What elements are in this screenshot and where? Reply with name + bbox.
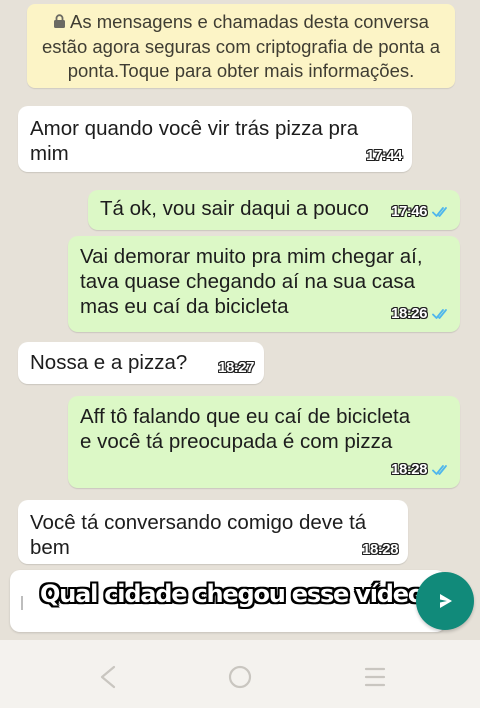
message-time: 17:46 — [391, 203, 427, 220]
recents-icon[interactable] — [362, 664, 388, 695]
encryption-notice[interactable]: As mensagens e chamadas desta conversa e… — [27, 4, 455, 88]
read-ticks-icon — [432, 464, 447, 475]
message-time: 17:44 — [366, 147, 402, 164]
notice-text: As mensagens e chamadas desta conversa e… — [42, 11, 440, 81]
system-navigation-bar — [0, 640, 480, 708]
message-text: Aff tô falando que eu caí de bicicleta e… — [80, 405, 411, 453]
lock-icon — [54, 14, 66, 28]
message-input-bar[interactable]: Qual cidade chegou esse vídeo? — [10, 570, 446, 632]
read-ticks-icon — [432, 308, 447, 319]
chat-area: As mensagens e chamadas desta conversa e… — [0, 0, 480, 640]
read-ticks-icon — [432, 206, 447, 217]
send-button[interactable] — [416, 572, 474, 630]
message-text: Amor quando você vir trás pizza pra mim — [30, 117, 359, 165]
message-time: 18:28 — [362, 541, 398, 558]
video-caption-overlay: Qual cidade chegou esse vídeo? — [40, 580, 437, 608]
message-time: 18:28 — [391, 461, 427, 478]
message-bubble-incoming[interactable]: Você tá conversando comigo deve tá bem 1… — [18, 500, 408, 564]
home-icon[interactable] — [227, 664, 253, 695]
text-cursor — [21, 596, 23, 610]
message-bubble-outgoing[interactable]: Aff tô falando que eu caí de bicicleta e… — [68, 396, 460, 488]
send-icon — [440, 594, 452, 608]
message-time: 18:26 — [391, 305, 427, 322]
back-icon[interactable] — [96, 664, 122, 695]
message-bubble-incoming[interactable]: Amor quando você vir trás pizza pra mim … — [18, 106, 412, 172]
message-bubble-incoming[interactable]: Nossa e a pizza? 18:27 — [18, 342, 264, 384]
message-time: 18:27 — [218, 359, 254, 376]
message-text: Você tá conversando comigo deve tá bem — [30, 511, 367, 559]
message-bubble-outgoing[interactable]: Vai demorar muito pra mim chegar aí, tav… — [68, 236, 460, 332]
message-bubble-outgoing[interactable]: Tá ok, vou sair daqui a pouco 17:46 — [88, 190, 460, 230]
